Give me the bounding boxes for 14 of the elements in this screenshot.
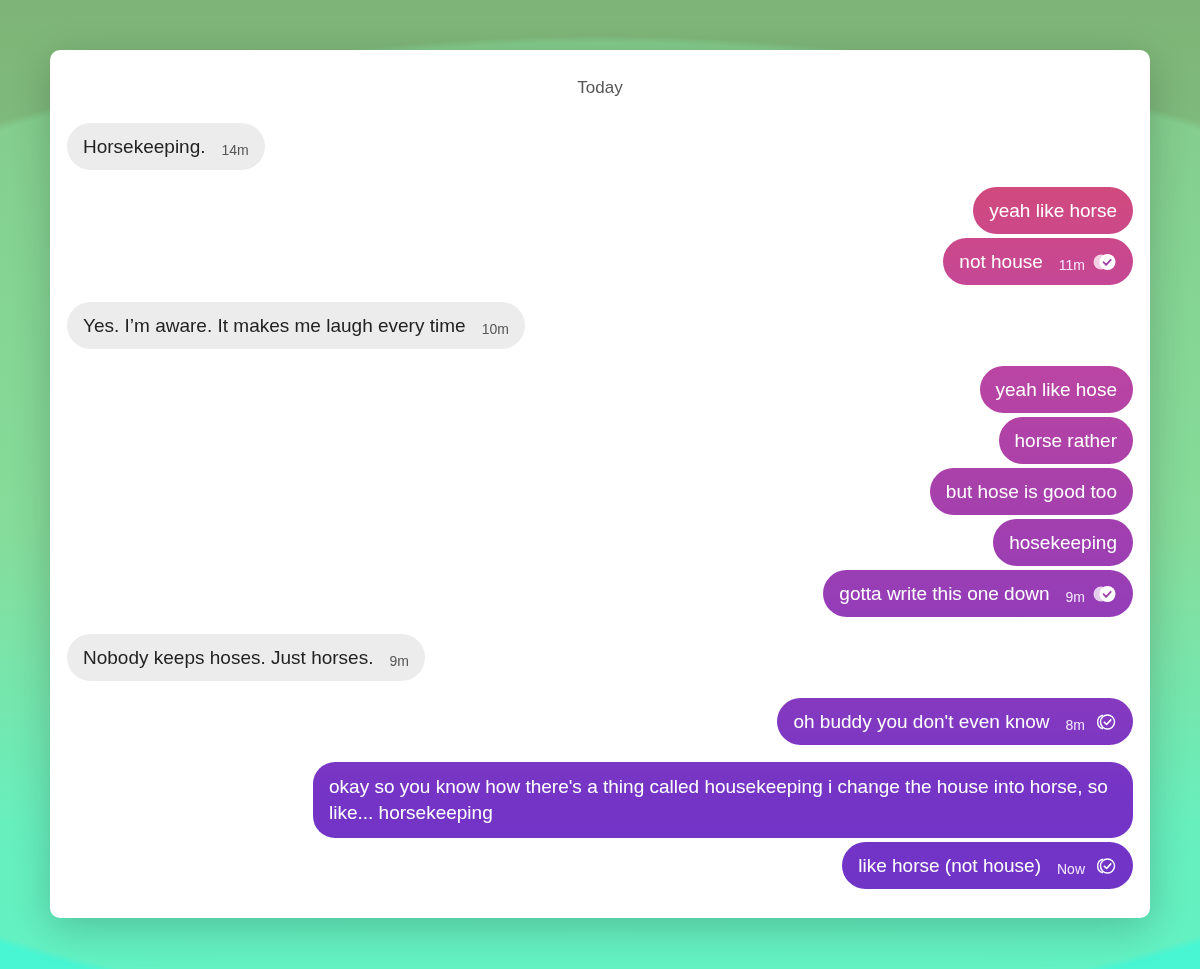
- sent-message: not house 11m: [943, 238, 1133, 285]
- received-message: Yes. I’m aware. It makes me laugh every time 10m: [67, 302, 525, 349]
- received-message: Horsekeeping. 14m: [67, 123, 265, 170]
- sent-message: horse rather: [998, 417, 1133, 464]
- sent-message: but hose is good too: [929, 468, 1133, 515]
- sent-message: hosekeeping: [993, 519, 1133, 566]
- sent-message: okay so you know how there's a thing called housekeeping i change the house into horse, so like... horsekeeping: [313, 762, 1133, 838]
- sent-message: yeah like hose: [979, 366, 1133, 413]
- sent-message: oh buddy you don't even know 8m: [777, 698, 1133, 745]
- received-message: Nobody keeps hoses. Just horses. 9m: [67, 634, 425, 681]
- sent-message: yeah like horse: [973, 187, 1133, 234]
- sent-message: gotta write this one down 9m: [823, 570, 1133, 617]
- day-label: Today: [577, 78, 623, 97]
- sent-message: like horse (not house) Now: [842, 842, 1133, 889]
